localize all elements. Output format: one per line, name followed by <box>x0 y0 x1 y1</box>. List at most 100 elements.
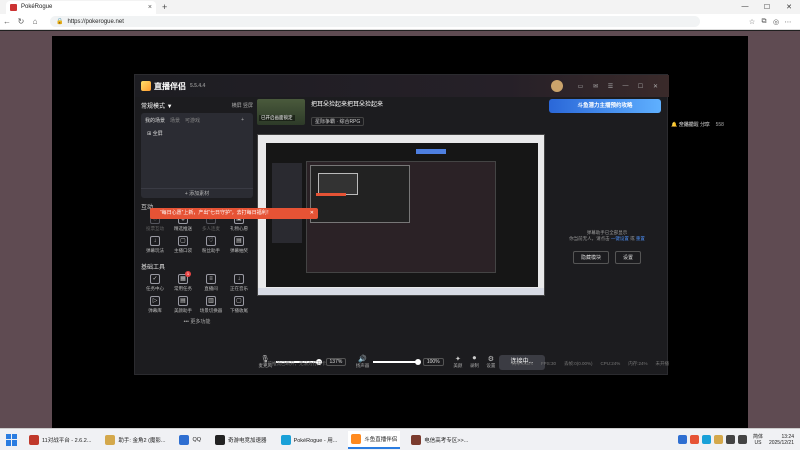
close-icon[interactable]: ✕ <box>648 83 663 90</box>
new-tab-icon[interactable]: + <box>162 2 167 12</box>
scene-item[interactable]: ⊞ 全屏 <box>141 128 253 139</box>
right-settings-button[interactable]: 设置 <box>615 251 642 264</box>
taskbar-item-label: 奇游电竞加速器 <box>228 437 267 444</box>
scene-item-label: 全屏 <box>152 131 163 137</box>
taskbar-item[interactable]: 电信高考专区>>... <box>408 431 471 449</box>
tool-item[interactable]: ▦ 1 常用任务 <box>169 271 197 292</box>
tool-item[interactable]: ✓ 任务中心 <box>141 274 169 292</box>
taskbar-item-label: 斗鱼直播伴侣 <box>364 436 398 443</box>
interactive-item[interactable]: ♡ 粉丝助手 <box>197 236 225 254</box>
url-field[interactable]: 🔒 https://pokerogue.net <box>50 16 700 27</box>
cart-icon: ▢ <box>178 236 188 246</box>
interactive-item[interactable]: ▤ 弹幕抽奖 <box>225 236 253 254</box>
tool-item[interactable]: ↓ 正在音乐 <box>225 274 253 292</box>
taskbar-item[interactable]: QQ <box>176 431 204 449</box>
reset-link[interactable]: 重置 <box>636 236 645 241</box>
lang-top: 简体 <box>752 433 763 440</box>
menu-icon[interactable]: ☰ <box>603 83 618 90</box>
tab-game[interactable]: 可游戏 <box>185 117 200 124</box>
close-window-icon[interactable]: ✕ <box>778 3 800 11</box>
toast-close-icon[interactable]: ✕ <box>310 208 314 219</box>
refresh-icon[interactable]: ↻ <box>14 17 28 26</box>
tool-label: 直播间 <box>204 286 218 291</box>
taskbar-item[interactable]: 斗鱼直播伴侣 <box>348 430 401 449</box>
download-icon: ↓ <box>150 236 160 246</box>
interactive-label: 粉丝助手 <box>202 248 220 253</box>
tool-item[interactable]: ▤ 美颜助手 <box>169 296 197 314</box>
preview-nested-toast <box>316 193 346 196</box>
hide-module-button[interactable]: 隐藏模块 <box>572 251 609 264</box>
stream-title[interactable]: 把耳朵捡起来把耳朵捡起来 <box>311 99 383 108</box>
tab-scene[interactable]: 场景 <box>170 117 180 124</box>
category-chip[interactable]: 星际争霸 · 综合RPG <box>311 117 365 126</box>
taskbar-item-label: PokéRogue - 用... <box>293 437 338 444</box>
more-icon[interactable]: ⋯ <box>782 18 794 26</box>
download-icon: ↓ <box>234 274 244 284</box>
add-scene-icon[interactable]: + <box>241 117 244 124</box>
tool-item[interactable]: ▢ 下播收尾 <box>225 296 253 314</box>
tool-item[interactable]: ▥ 场景切换器 <box>197 296 225 314</box>
maximize-icon[interactable]: ☐ <box>756 3 778 11</box>
image-icon: ▤ <box>178 296 188 306</box>
interactive-item[interactable]: ↓ 弹幕玩法 <box>141 236 169 254</box>
mode-select[interactable]: 常规模式 ▼ <box>141 101 173 110</box>
browser-tab[interactable]: PokéRogue × <box>6 0 156 14</box>
right-panel: 斗鱼潜力主播预约攻略 弹幕助手已全部显示 你当前无人，请点击 一键设置 或 重置… <box>549 99 665 370</box>
tray-app-icon[interactable] <box>677 435 687 444</box>
tray-app-icon[interactable] <box>689 435 699 444</box>
clock-date: 2025/12/21 <box>768 439 794 446</box>
input-language[interactable]: 简体 US <box>753 434 763 446</box>
taskbar-item[interactable]: 11对战平台 - 2.6.2... <box>26 431 94 449</box>
wifi-icon[interactable] <box>725 435 735 444</box>
tool-label: 常用任务 <box>174 286 192 291</box>
taskbar-item[interactable]: 助手: 金角2 (魔影... <box>102 431 168 449</box>
preview-nested-banner <box>416 149 446 154</box>
interactive-item[interactable]: ▢ 主播口袋 <box>169 236 197 254</box>
tool-item[interactable]: ▷ 弹幕库 <box>141 296 169 314</box>
collections-icon[interactable]: ⧉ <box>758 18 770 26</box>
avatar[interactable] <box>551 80 563 92</box>
tab-close-icon[interactable]: × <box>148 4 152 11</box>
tray-app-icon[interactable] <box>713 435 723 444</box>
note-line2-post: 或 <box>630 236 635 241</box>
toast-text: “每日心愿”上新，产出“七日守护”，去打每日福利！ <box>160 210 272 216</box>
mail-icon[interactable]: ✉ <box>588 83 603 90</box>
streaming-app-window: 直播伴侣 5.5.4.4 ▭ ✉ ☰ — ☐ ✕ 常规模式 ▼ 横屏 竖屏 我的… <box>134 74 724 375</box>
add-material-button[interactable]: + 添加素材 <box>141 188 253 198</box>
stream-cover[interactable]: 已开启画面锁定 <box>257 99 305 125</box>
favorite-icon[interactable]: ☆ <box>746 18 758 26</box>
interactive-grid: ◇ 投票互动 ◈ 精选推送 ⚇ 多人连麦 ▣ 礼物心愿 ↓ 弹幕玩法 ▢ 主播口袋 ♡ 粉丝助手 ▤ 弹幕抽奖 <box>141 214 253 254</box>
rank-label[interactable]: 全站榜 <box>679 122 694 128</box>
taskbar-item[interactable]: 奇游电竞加速器 <box>212 431 270 449</box>
tool-item[interactable]: ≡ 直播间 <box>197 274 225 292</box>
minimize-icon[interactable]: — <box>734 3 756 11</box>
tools-grid: ✓ 任务中心 ▦ 1 常用任务 ≡ 直播间 ↓ 正在音乐 ▷ 弹幕库 ▤ 美颜助手 ▥ 场景切换器 ▢ 下播收尾 <box>141 271 253 314</box>
promo-banner[interactable]: 斗鱼潜力主播预约攻略 <box>549 99 661 113</box>
viewer-count: 558 <box>715 122 724 128</box>
maximize-icon[interactable]: ☐ <box>633 83 648 90</box>
volume-icon[interactable] <box>737 435 747 444</box>
preview-nested-panel <box>272 163 302 243</box>
home-icon[interactable]: ⌂ <box>28 17 42 26</box>
message-icon[interactable]: ▭ <box>573 83 588 90</box>
profile-icon[interactable]: ◎ <box>770 18 782 26</box>
windows-start-icon[interactable] <box>6 433 18 446</box>
taskbar-item-label: 11对战平台 - 2.6.2... <box>42 437 92 444</box>
list-icon: ≡ <box>206 274 216 284</box>
tool-label: 美颜助手 <box>174 308 192 313</box>
back-icon[interactable]: ← <box>0 17 14 26</box>
taskbar-item[interactable]: PokéRogue - 用... <box>278 431 341 449</box>
cover-lock-tag: 已开启画面锁定 <box>259 115 295 121</box>
tray-app-icon[interactable] <box>701 435 711 444</box>
lang-bottom: US <box>754 439 762 446</box>
tab-my-scenes[interactable]: 我的场景 <box>145 117 165 124</box>
address-bar: ← ↻ ⌂ 🔒 https://pokerogue.net ☆ ⧉ ◎ ⋯ <box>0 14 800 30</box>
orientation-switch[interactable]: 横屏 竖屏 <box>232 102 253 109</box>
more-features-button[interactable]: ••• 更多功能 <box>141 318 253 325</box>
clock[interactable]: 13:24 2025/12/21 <box>769 434 794 446</box>
minimize-icon[interactable]: — <box>618 83 633 89</box>
one-click-setup-link[interactable]: 一键设置 <box>611 236 629 241</box>
preview-nested-window-inner <box>318 173 358 195</box>
daily-wish-toast[interactable]: “每日心愿”上新，产出“七日守护”，去打每日福利！ ✕ <box>150 208 318 219</box>
preview-taskbar <box>258 288 544 295</box>
